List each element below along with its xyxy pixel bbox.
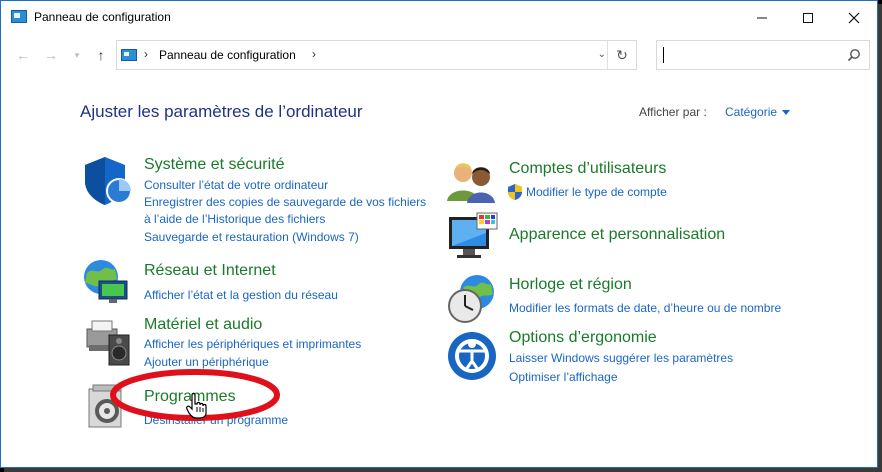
link-file-history[interactable]: à l’aide de l’Historique des fichiers xyxy=(144,212,325,226)
view-by-dropdown[interactable]: Catégorie xyxy=(725,105,791,119)
chevron-right-icon[interactable]: › xyxy=(312,47,316,61)
address-bar[interactable]: › Panneau de configuration › ⌄ ↻ xyxy=(116,40,637,70)
view-by-value[interactable]: Catégorie xyxy=(725,105,777,119)
minimize-icon xyxy=(757,17,767,19)
category-network-internet[interactable]: Réseau et Internet xyxy=(144,262,276,280)
maximize-button[interactable] xyxy=(785,1,831,33)
up-arrow-icon[interactable]: ↑ xyxy=(93,47,109,63)
minimize-button[interactable] xyxy=(739,1,785,33)
title-bar: Panneau de configuration xyxy=(1,1,877,33)
category-appearance-personalization[interactable]: Apparence et personnalisation xyxy=(509,226,725,244)
clock-globe-icon[interactable] xyxy=(447,274,497,324)
maximize-icon xyxy=(803,13,813,24)
search-icon[interactable] xyxy=(847,48,861,62)
hand-pointer-icon xyxy=(186,393,207,419)
category-user-accounts[interactable]: Comptes d’utilisateurs xyxy=(509,160,666,178)
category-system-security[interactable]: Système et sécurité xyxy=(144,156,285,174)
printer-speaker-icon[interactable] xyxy=(81,315,133,367)
search-input[interactable] xyxy=(661,44,845,68)
category-hardware-sound[interactable]: Matériel et audio xyxy=(144,316,262,334)
link-windows-suggest-settings[interactable]: Laisser Windows suggérer les paramètres xyxy=(509,351,733,365)
link-network-status[interactable]: Afficher l’état et la gestion du réseau xyxy=(144,288,338,302)
accessibility-icon[interactable] xyxy=(447,331,497,381)
recent-locations-icon[interactable]: ▾ xyxy=(69,47,85,63)
breadcrumb-control-panel[interactable]: Panneau de configuration xyxy=(159,48,296,62)
category-ease-of-access[interactable]: Options d’ergonomie xyxy=(509,329,657,347)
category-clock-region[interactable]: Horloge et région xyxy=(509,276,632,294)
link-date-time-formats[interactable]: Modifier les formats de date, d’heure ou… xyxy=(509,301,781,315)
link-optimize-display[interactable]: Optimiser l’affichage xyxy=(509,370,618,384)
users-icon[interactable] xyxy=(447,161,497,203)
link-change-account-type[interactable]: Modifier le type de compte xyxy=(526,185,667,199)
link-devices-printers[interactable]: Afficher les périphériques et imprimante… xyxy=(144,337,361,351)
page-title: Ajuster les paramètres de l’ordinateur xyxy=(80,102,363,121)
link-backup-copies[interactable]: Enregistrer des copies de sauvegarde de … xyxy=(144,195,426,209)
search-box[interactable] xyxy=(656,40,870,70)
control-panel-window: Panneau de configuration ← → ▾ ↑ › Panne… xyxy=(0,0,878,468)
monitor-palette-icon[interactable] xyxy=(447,211,499,263)
link-backup-restore[interactable]: Sauvegarde et restauration (Windows 7) xyxy=(144,230,359,244)
forward-arrow-icon[interactable]: → xyxy=(43,47,59,63)
close-icon xyxy=(848,12,860,24)
network-globe-icon[interactable] xyxy=(81,259,133,305)
window-title: Panneau de configuration xyxy=(34,10,171,24)
chevron-right-icon[interactable]: › xyxy=(144,47,148,61)
refresh-icon[interactable]: ↻ xyxy=(607,41,636,69)
uac-shield-icon xyxy=(508,184,522,200)
navigation-bar: ← → ▾ ↑ › Panneau de configuration › ⌄ ↻ xyxy=(1,39,877,73)
text-caret xyxy=(663,47,664,63)
chevron-down-icon[interactable] xyxy=(782,110,791,116)
control-panel-icon xyxy=(121,49,137,61)
shield-icon[interactable] xyxy=(81,155,133,207)
view-by-label: Afficher par : xyxy=(639,105,707,119)
chevron-down-icon[interactable]: ⌄ xyxy=(598,49,606,60)
close-button[interactable] xyxy=(831,1,877,33)
link-view-computer-status[interactable]: Consulter l’état de votre ordinateur xyxy=(144,178,328,192)
back-arrow-icon[interactable]: ← xyxy=(15,47,31,63)
control-panel-icon xyxy=(11,10,27,23)
